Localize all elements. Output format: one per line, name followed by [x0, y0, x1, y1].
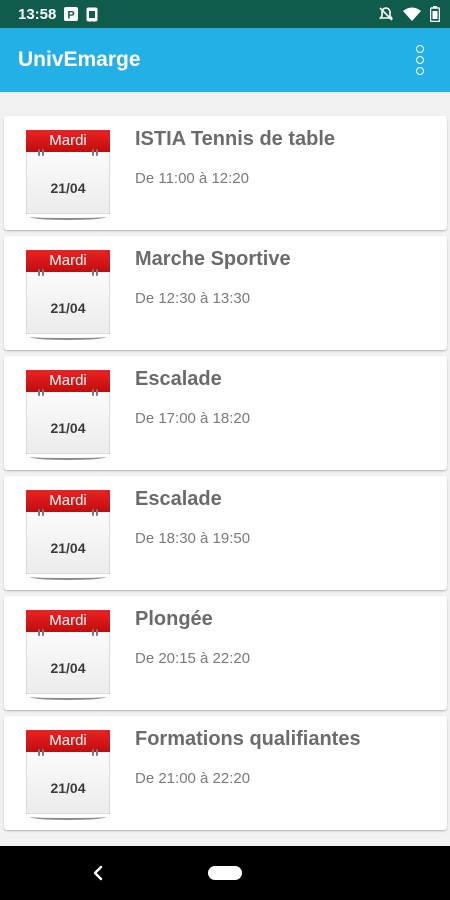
calendar-date: 21/04 — [50, 780, 86, 796]
status-time: 13:58 — [18, 5, 57, 23]
parking-icon: P — [64, 7, 79, 22]
calendar-date: 21/04 — [50, 540, 86, 556]
event-time: De 12:30 à 13:30 — [135, 290, 251, 307]
event-time: De 20:15 à 22:20 — [135, 650, 251, 667]
event-title: Marche Sportive — [135, 248, 291, 270]
event-card[interactable]: Mardi 21/04 ISTIA Tennis de table De 11:… — [4, 116, 447, 230]
calendar-icon: Mardi 21/04 — [26, 370, 110, 460]
app-bar: UnivEmarge — [0, 28, 450, 92]
svg-text:P: P — [68, 10, 75, 22]
event-title: Escalade — [135, 488, 222, 510]
battery-icon — [430, 6, 440, 22]
sim-card-icon — [86, 7, 98, 22]
calendar-date: 21/04 — [50, 300, 86, 316]
wifi-icon — [403, 7, 421, 21]
event-list[interactable]: Mardi 21/04 ISTIA Tennis de table De 11:… — [0, 92, 450, 846]
event-title: Escalade — [135, 368, 222, 390]
calendar-date: 21/04 — [50, 420, 86, 436]
calendar-icon: Mardi 21/04 — [26, 490, 110, 580]
event-title: Formations qualifiantes — [135, 728, 361, 750]
calendar-icon: Mardi 21/04 — [26, 730, 110, 820]
event-card[interactable]: Mardi 21/04 Marche Sportive De 12:30 à 1… — [4, 236, 447, 350]
more-vert-icon[interactable] — [408, 40, 432, 80]
event-card[interactable]: Mardi 21/04 Escalade De 18:30 à 19:50 — [4, 476, 447, 590]
event-time: De 11:00 à 12:20 — [135, 170, 249, 187]
calendar-icon: Mardi 21/04 — [26, 250, 110, 340]
event-title: Plongée — [135, 608, 213, 630]
event-card[interactable]: Mardi 21/04 Escalade De 17:00 à 18:20 — [4, 356, 447, 470]
calendar-icon: Mardi 21/04 — [26, 130, 110, 220]
menu-dot — [416, 45, 424, 53]
app-title: UnivEmarge — [18, 48, 141, 71]
event-time: De 21:00 à 22:20 — [135, 770, 251, 787]
menu-dot — [416, 67, 424, 75]
notifications-off-icon — [378, 6, 394, 22]
calendar-date: 21/04 — [50, 660, 86, 676]
menu-dot — [416, 56, 424, 64]
home-pill-icon[interactable] — [208, 866, 242, 880]
event-time: De 18:30 à 19:50 — [135, 530, 251, 547]
event-card[interactable]: Mardi 21/04 Plongée De 20:15 à 22:20 — [4, 596, 447, 710]
back-chevron-icon[interactable] — [88, 860, 108, 886]
navigation-bar — [0, 846, 450, 900]
calendar-date: 21/04 — [50, 180, 86, 196]
event-card[interactable]: Mardi 21/04 Formations qualifiantes De 2… — [4, 716, 447, 830]
event-time: De 17:00 à 18:20 — [135, 410, 251, 427]
status-bar: 13:58 P — [0, 0, 450, 28]
calendar-icon: Mardi 21/04 — [26, 610, 110, 700]
event-title: ISTIA Tennis de table — [135, 128, 336, 150]
